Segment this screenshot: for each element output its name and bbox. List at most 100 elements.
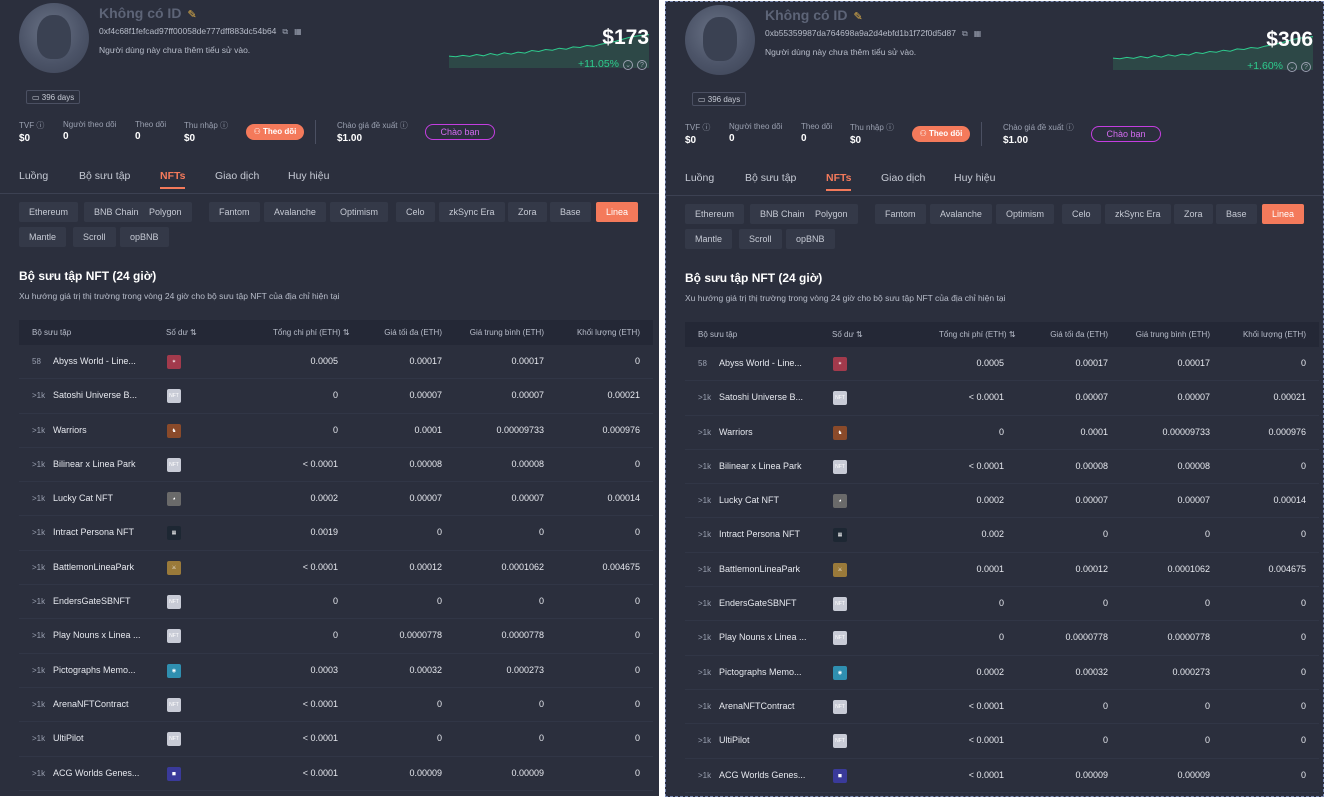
chain-chip-polygon[interactable]: Polygon	[805, 204, 858, 224]
tab-transactions[interactable]: Giao dịch	[215, 170, 259, 182]
table-row[interactable]: >1k EndersGateSBNFT NFT 0 0 0 0	[19, 585, 653, 620]
table-row[interactable]: >1k Satoshi Universe B... NFT 0 0.00007 0.000…	[19, 379, 653, 414]
sort-icon[interactable]: ⇅	[1009, 330, 1016, 339]
collection-name[interactable]: Pictographs Memo...	[53, 665, 141, 675]
collection-name[interactable]: EndersGateSBNFT	[53, 596, 141, 606]
avatar[interactable]	[19, 3, 89, 73]
edit-pencil-icon[interactable]: ✎	[187, 8, 196, 21]
greet-button[interactable]: Chào bạn	[1091, 126, 1161, 142]
info-icon[interactable]: ⓘ	[400, 121, 408, 130]
help-icon[interactable]: ?	[637, 60, 647, 70]
col-balance[interactable]: Số dư ⇅	[166, 328, 197, 337]
table-row[interactable]: 58 Abyss World - Line... ✶ 0.0005 0.00017 0.0…	[19, 345, 653, 380]
chain-chip-zora[interactable]: Zora	[1174, 204, 1213, 224]
collection-name[interactable]: UltiPilot	[719, 735, 807, 745]
col-total-cost[interactable]: Tổng chi phí (ETH) ⇅	[273, 328, 350, 337]
table-row[interactable]: >1k ArenaNFTContract NFT < 0.0001 0 0 0	[685, 690, 1319, 725]
collection-name[interactable]: Lucky Cat NFT	[53, 493, 141, 503]
tab-nfts[interactable]: NFTs	[160, 170, 186, 189]
chain-chip-zora[interactable]: Zora	[508, 202, 547, 222]
tab-collections[interactable]: Bộ sưu tập	[79, 170, 130, 182]
info-icon[interactable]: ⓘ	[220, 121, 228, 130]
qr-code-icon[interactable]: ▦	[294, 27, 302, 36]
follow-button[interactable]: ⚇ Theo dõi	[912, 126, 970, 142]
chain-chip-opbnb[interactable]: opBNB	[786, 229, 835, 249]
chain-chip-avalanche[interactable]: Avalanche	[264, 202, 326, 222]
tab-nfts[interactable]: NFTs	[826, 172, 852, 191]
table-row[interactable]: >1k ACG Worlds Genes... ◼ < 0.0001 0.00009 0.…	[685, 759, 1319, 793]
chain-chip-avalanche[interactable]: Avalanche	[930, 204, 992, 224]
table-row[interactable]: >1k BattlemonLineaPark ⚔ < 0.0001 0.00012 0.0…	[19, 551, 653, 586]
table-row[interactable]: >1k Play Nouns x Linea ... NFT 0 0.0000778 0.…	[685, 621, 1319, 656]
sort-icon[interactable]: ⇅	[343, 328, 350, 337]
copy-icon[interactable]: ⧉	[282, 27, 288, 37]
collection-name[interactable]: Lucky Cat NFT	[719, 495, 807, 505]
table-row[interactable]: >1k Bilinear x Linea Park NFT < 0.0001 0.000…	[19, 448, 653, 483]
info-icon[interactable]: ⓘ	[1066, 123, 1074, 132]
col-total-cost[interactable]: Tổng chi phí (ETH) ⇅	[939, 330, 1016, 339]
table-row[interactable]: >1k Intract Persona NFT ▦ 0.002 0 0 0	[685, 518, 1319, 553]
sort-icon[interactable]: ⇅	[856, 330, 863, 339]
stat-followers[interactable]: Người theo dõi 0	[63, 120, 116, 142]
chain-chip-zksync-era[interactable]: zkSync Era	[439, 202, 505, 222]
chain-chip-zksync-era[interactable]: zkSync Era	[1105, 204, 1171, 224]
sort-icon[interactable]: ⇅	[190, 328, 197, 337]
edit-pencil-icon[interactable]: ✎	[853, 10, 862, 23]
collection-name[interactable]: EndersGateSBNFT	[719, 598, 807, 608]
info-icon[interactable]: ⓘ	[886, 123, 894, 132]
info-icon[interactable]: ⓘ	[702, 123, 710, 132]
table-row[interactable]: >1k Warriors ♞ 0 0.0001 0.00009733 0.000976	[685, 416, 1319, 450]
collection-name[interactable]: Pictographs Memo...	[719, 667, 807, 677]
stat-following[interactable]: Theo dõi 0	[801, 122, 832, 144]
collection-name[interactable]: Abyss World - Line...	[53, 356, 141, 366]
tab-badges[interactable]: Huy hiệu	[288, 170, 329, 182]
chain-chip-base[interactable]: Base	[550, 202, 591, 222]
chain-chip-ethereum[interactable]: Ethereum	[19, 202, 79, 222]
chain-chip-mantle[interactable]: Mantle	[685, 229, 733, 249]
stat-following[interactable]: Theo dõi 0	[135, 120, 166, 142]
collection-name[interactable]: ArenaNFTContract	[719, 701, 807, 711]
stat-followers[interactable]: Người theo dõi 0	[729, 122, 782, 144]
table-row[interactable]: >1k ArenaNFTContract NFT < 0.0001 0 0 0	[19, 688, 653, 723]
info-icon[interactable]: ⓘ	[36, 121, 44, 130]
table-row[interactable]: >1k Intract Persona NFT ▦ 0.0019 0 0 0	[19, 516, 653, 551]
collection-name[interactable]: Satoshi Universe B...	[53, 390, 141, 400]
chain-chip-scroll[interactable]: Scroll	[73, 227, 116, 247]
tab-collections[interactable]: Bộ sưu tập	[745, 172, 796, 184]
table-row[interactable]: >1k Lucky Cat NFT ◕ 0.0002 0.00007 0.00007 0.0…	[685, 484, 1319, 519]
table-row[interactable]: >1k Satoshi Universe B... NFT < 0.0001 0.000…	[685, 381, 1319, 416]
chevron-down-icon[interactable]: ⌄	[1287, 62, 1297, 72]
chain-chip-linea[interactable]: Linea	[1262, 204, 1305, 224]
collection-name[interactable]: BattlemonLineaPark	[53, 562, 141, 572]
chain-chip-scroll[interactable]: Scroll	[739, 229, 782, 249]
chain-chip-celo[interactable]: Celo	[396, 202, 435, 222]
collection-name[interactable]: ArenaNFTContract	[53, 699, 141, 709]
chain-chip-polygon[interactable]: Polygon	[139, 202, 192, 222]
table-row[interactable]: >1k Lucky Cat NFT ◕ 0.0002 0.00007 0.00007 0.0…	[19, 482, 653, 517]
copy-icon[interactable]: ⧉	[962, 29, 968, 39]
tab-transactions[interactable]: Giao dịch	[881, 172, 925, 184]
table-row[interactable]: >1k EndersGateSBNFT NFT 0 0 0 0	[685, 587, 1319, 622]
collection-name[interactable]: Abyss World - Line...	[719, 358, 807, 368]
chain-chip-fantom[interactable]: Fantom	[209, 202, 260, 222]
collection-name[interactable]: Intract Persona NFT	[53, 527, 141, 537]
greet-button[interactable]: Chào bạn	[425, 124, 495, 140]
chain-chip-opbnb[interactable]: opBNB	[120, 227, 169, 247]
chain-chip-fantom[interactable]: Fantom	[875, 204, 926, 224]
collection-name[interactable]: BattlemonLineaPark	[719, 564, 807, 574]
table-row[interactable]: >1k Pictographs Memo... ◉ 0.0003 0.00032 0.00…	[19, 654, 653, 688]
chain-chip-ethereum[interactable]: Ethereum	[685, 204, 745, 224]
chain-chip-optimism[interactable]: Optimism	[996, 204, 1054, 224]
table-row[interactable]: >1k Bilinear x Linea Park NFT < 0.0001 0.000…	[685, 450, 1319, 485]
tab-feed[interactable]: Luồng	[685, 172, 714, 184]
collection-name[interactable]: ACG Worlds Genes...	[53, 768, 141, 778]
collection-name[interactable]: Bilinear x Linea Park	[719, 461, 807, 471]
table-row[interactable]: 58 Abyss World - Line... ✶ 0.0005 0.00017 0.0…	[685, 347, 1319, 382]
collection-name[interactable]: Play Nouns x Linea ...	[719, 632, 807, 642]
chain-chip-mantle[interactable]: Mantle	[19, 227, 67, 247]
collection-name[interactable]: ACG Worlds Genes...	[719, 770, 807, 780]
chain-chip-base[interactable]: Base	[1216, 204, 1257, 224]
table-row[interactable]: >1k Warriors ♞ 0 0.0001 0.00009733 0.000976	[19, 414, 653, 448]
table-row[interactable]: >1k ACG Worlds Genes... ◼ < 0.0001 0.00009 0.…	[19, 757, 653, 791]
collection-name[interactable]: Satoshi Universe B...	[719, 392, 807, 402]
